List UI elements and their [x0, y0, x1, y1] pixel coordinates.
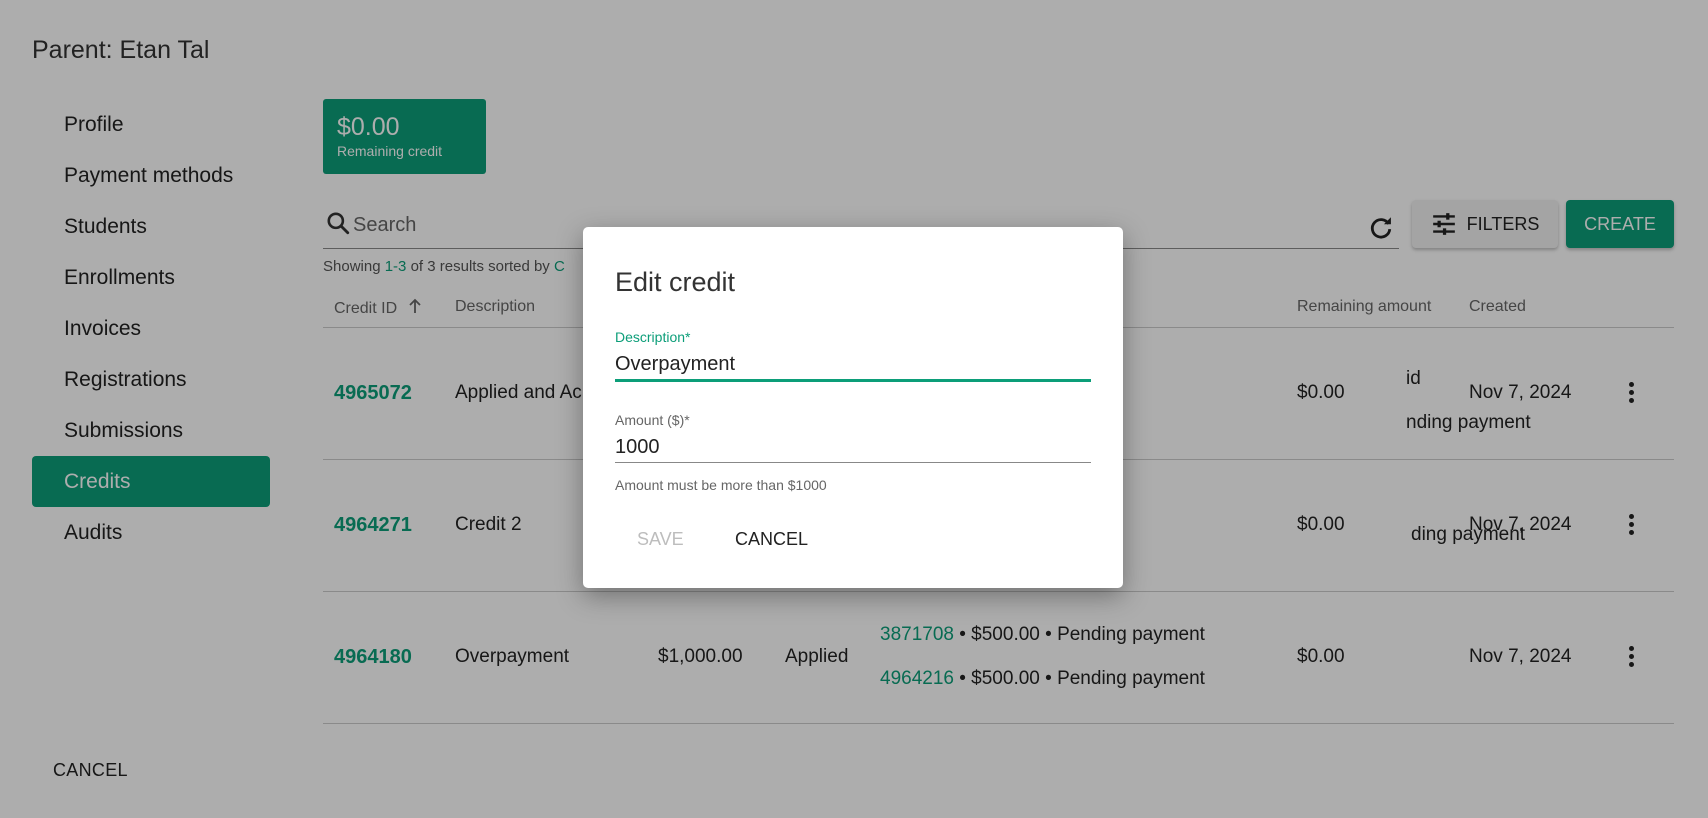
amount-label: Amount ($)* — [615, 412, 690, 428]
save-button[interactable]: SAVE — [637, 529, 684, 550]
cancel-button[interactable]: CANCEL — [735, 529, 808, 550]
description-input[interactable] — [615, 345, 1091, 379]
description-label: Description* — [615, 329, 691, 345]
amount-underline — [615, 462, 1091, 463]
edit-credit-dialog: Edit credit Description* Amount ($)* Amo… — [583, 227, 1123, 588]
description-field: Description* — [615, 329, 1091, 382]
description-underline — [615, 379, 1091, 382]
amount-input[interactable] — [615, 428, 1091, 462]
amount-helper-text: Amount must be more than $1000 — [615, 477, 827, 493]
dialog-title: Edit credit — [615, 267, 736, 297]
amount-field: Amount ($)* — [615, 412, 1091, 463]
